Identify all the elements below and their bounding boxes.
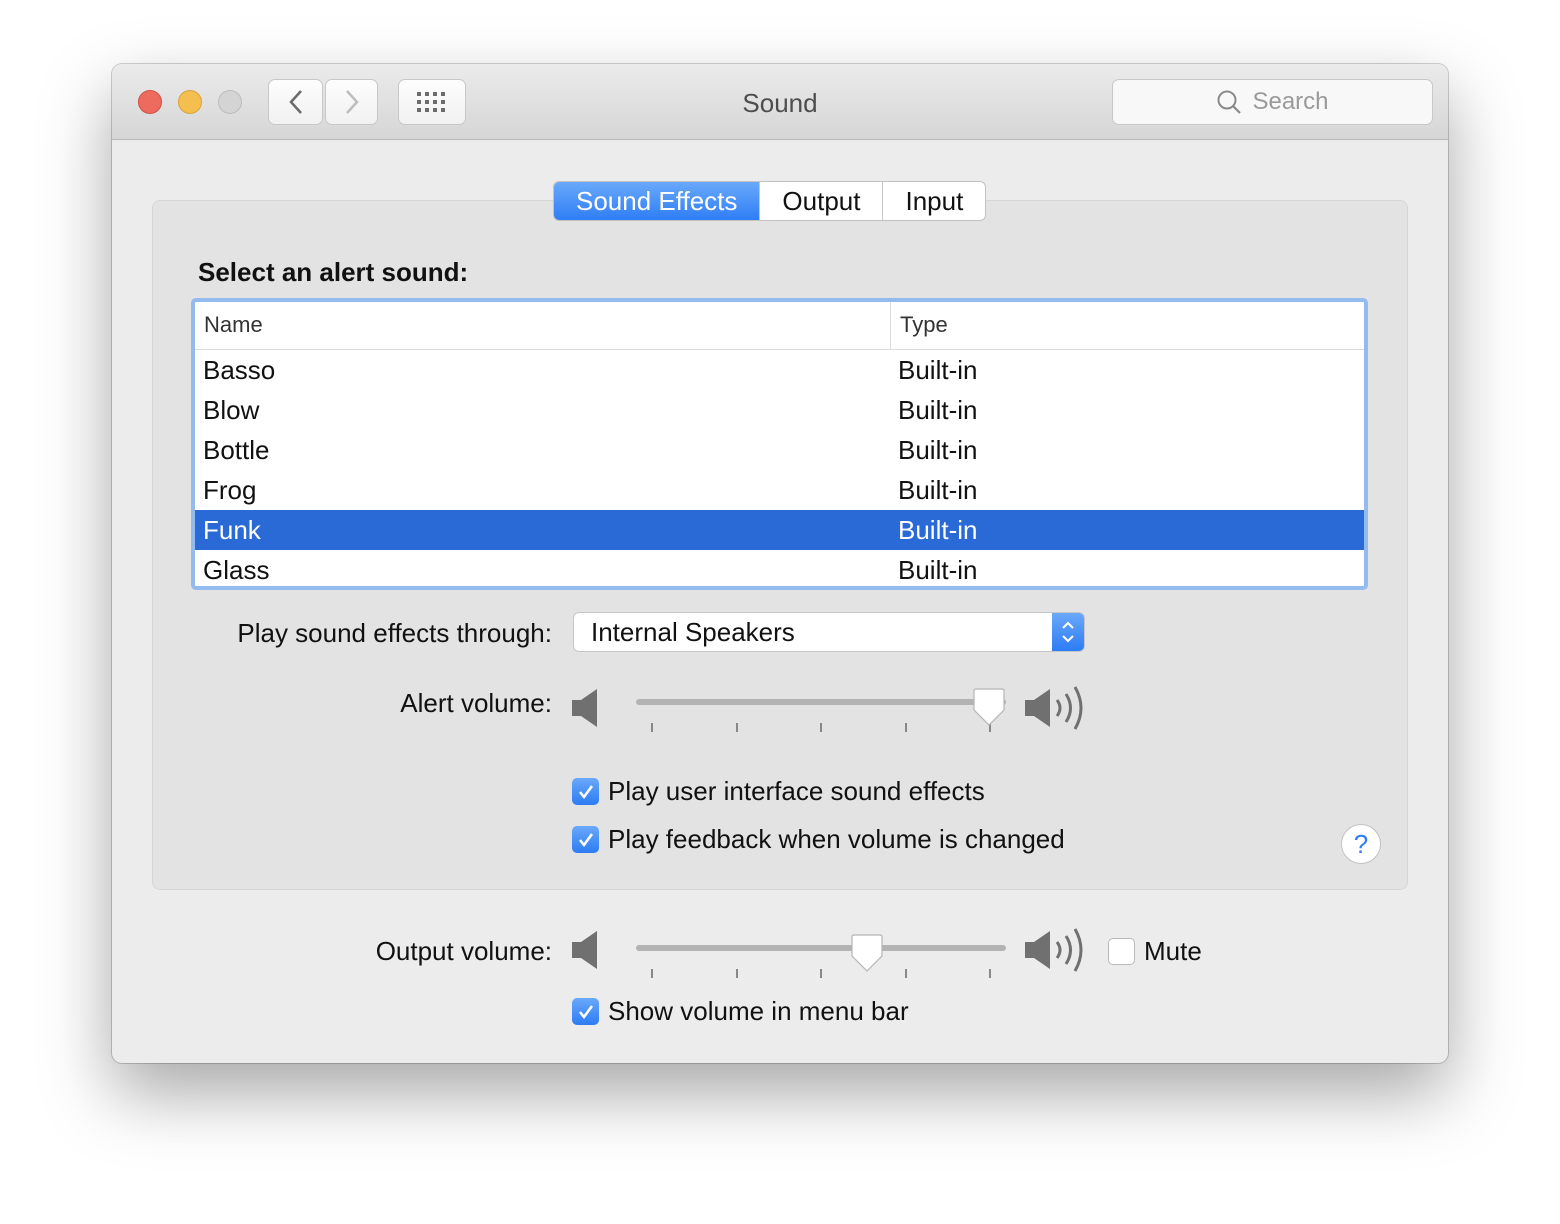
slider-tick	[904, 969, 907, 978]
slider-tick	[820, 969, 822, 978]
sound-type: Built-in	[898, 434, 978, 465]
search-icon	[1217, 90, 1242, 114]
slider-thumb[interactable]	[851, 934, 883, 972]
sound-name: Blow	[203, 394, 260, 425]
sound-type: Built-in	[898, 514, 978, 545]
sound-name: Funk	[203, 514, 261, 545]
alert-volume-slider[interactable]	[636, 688, 1006, 738]
speaker-high-icon	[1025, 928, 1083, 972]
sound-type: Built-in	[898, 394, 978, 425]
play-through-label: Play sound effects through:	[237, 618, 552, 648]
up-down-arrows-icon	[1052, 613, 1084, 651]
slider-track[interactable]	[636, 945, 1006, 951]
table-row-selected[interactable]: Funk Built-in	[195, 510, 1364, 550]
show-volume-menu-bar-checkbox[interactable]: Show volume in menu bar	[572, 996, 909, 1027]
slider-tick	[651, 969, 653, 978]
table-row[interactable]: Glass Built-in	[195, 550, 1364, 586]
speaker-low-icon	[572, 689, 597, 727]
mute-checkbox[interactable]: Mute	[1108, 936, 1202, 967]
tab-output[interactable]: Output	[759, 182, 882, 220]
checkmark-icon	[572, 778, 599, 805]
sound-type: Built-in	[898, 354, 978, 385]
sound-name: Bottle	[203, 434, 270, 465]
table-header: Name Type	[195, 302, 1364, 350]
checkbox-box	[1108, 938, 1135, 965]
table-row[interactable]: Frog Built-in	[195, 470, 1364, 510]
slider-tick	[735, 723, 738, 732]
search-field[interactable]: Search	[1112, 79, 1433, 125]
checkbox-label: Show volume in menu bar	[608, 996, 909, 1026]
slider-tick	[989, 969, 991, 978]
checkbox-label: Play feedback when volume is changed	[608, 824, 1065, 854]
alert-sound-heading: Select an alert sound:	[198, 257, 469, 287]
help-button[interactable]: ?	[1341, 824, 1381, 864]
table-row[interactable]: Bottle Built-in	[195, 430, 1364, 470]
checkmark-icon	[572, 826, 599, 853]
sound-name: Basso	[203, 354, 276, 385]
search-placeholder: Search	[1252, 88, 1329, 115]
output-volume-slider[interactable]	[636, 934, 1006, 984]
volume-feedback-checkbox[interactable]: Play feedback when volume is changed	[572, 824, 1065, 855]
column-header-type[interactable]: Type	[891, 302, 948, 349]
tab-sound-effects[interactable]: Sound Effects	[554, 182, 760, 220]
column-header-name[interactable]: Name	[195, 302, 891, 349]
sound-name: Frog	[203, 474, 257, 505]
slider-tick	[820, 723, 822, 732]
slider-tick	[904, 723, 907, 732]
alert-sound-table[interactable]: Name Type Basso Built-in Blow Built-in Bot…	[191, 298, 1368, 590]
selected-device: Internal Speakers	[591, 617, 795, 647]
ui-sound-effects-checkbox[interactable]: Play user interface sound effects	[572, 776, 985, 807]
table-row[interactable]: Blow Built-in	[195, 390, 1364, 430]
sound-type: Built-in	[898, 474, 978, 505]
checkmark-icon	[572, 998, 599, 1025]
output-volume-label: Output volume:	[375, 936, 552, 966]
table-row[interactable]: Basso Built-in	[195, 350, 1364, 390]
sound-preferences-window: Sound Search Sound Effects Output Input …	[112, 64, 1448, 1063]
output-device-select[interactable]: Internal Speakers	[573, 612, 1085, 652]
checkbox-label: Play user interface sound effects	[608, 776, 985, 806]
speaker-low-icon	[572, 931, 597, 969]
sound-type: Built-in	[898, 554, 978, 585]
title-bar: Sound Search	[112, 64, 1448, 140]
slider-track[interactable]	[636, 699, 1006, 705]
checkbox-label: Mute	[1144, 936, 1202, 966]
slider-tick	[735, 969, 738, 978]
slider-thumb[interactable]	[973, 688, 1005, 726]
slider-tick	[651, 723, 653, 732]
sound-name: Glass	[203, 554, 270, 585]
tab-input[interactable]: Input	[882, 182, 985, 220]
tab-bar: Sound Effects Output Input	[553, 181, 987, 221]
alert-volume-label: Alert volume:	[400, 688, 552, 718]
speaker-high-icon	[1025, 686, 1083, 730]
